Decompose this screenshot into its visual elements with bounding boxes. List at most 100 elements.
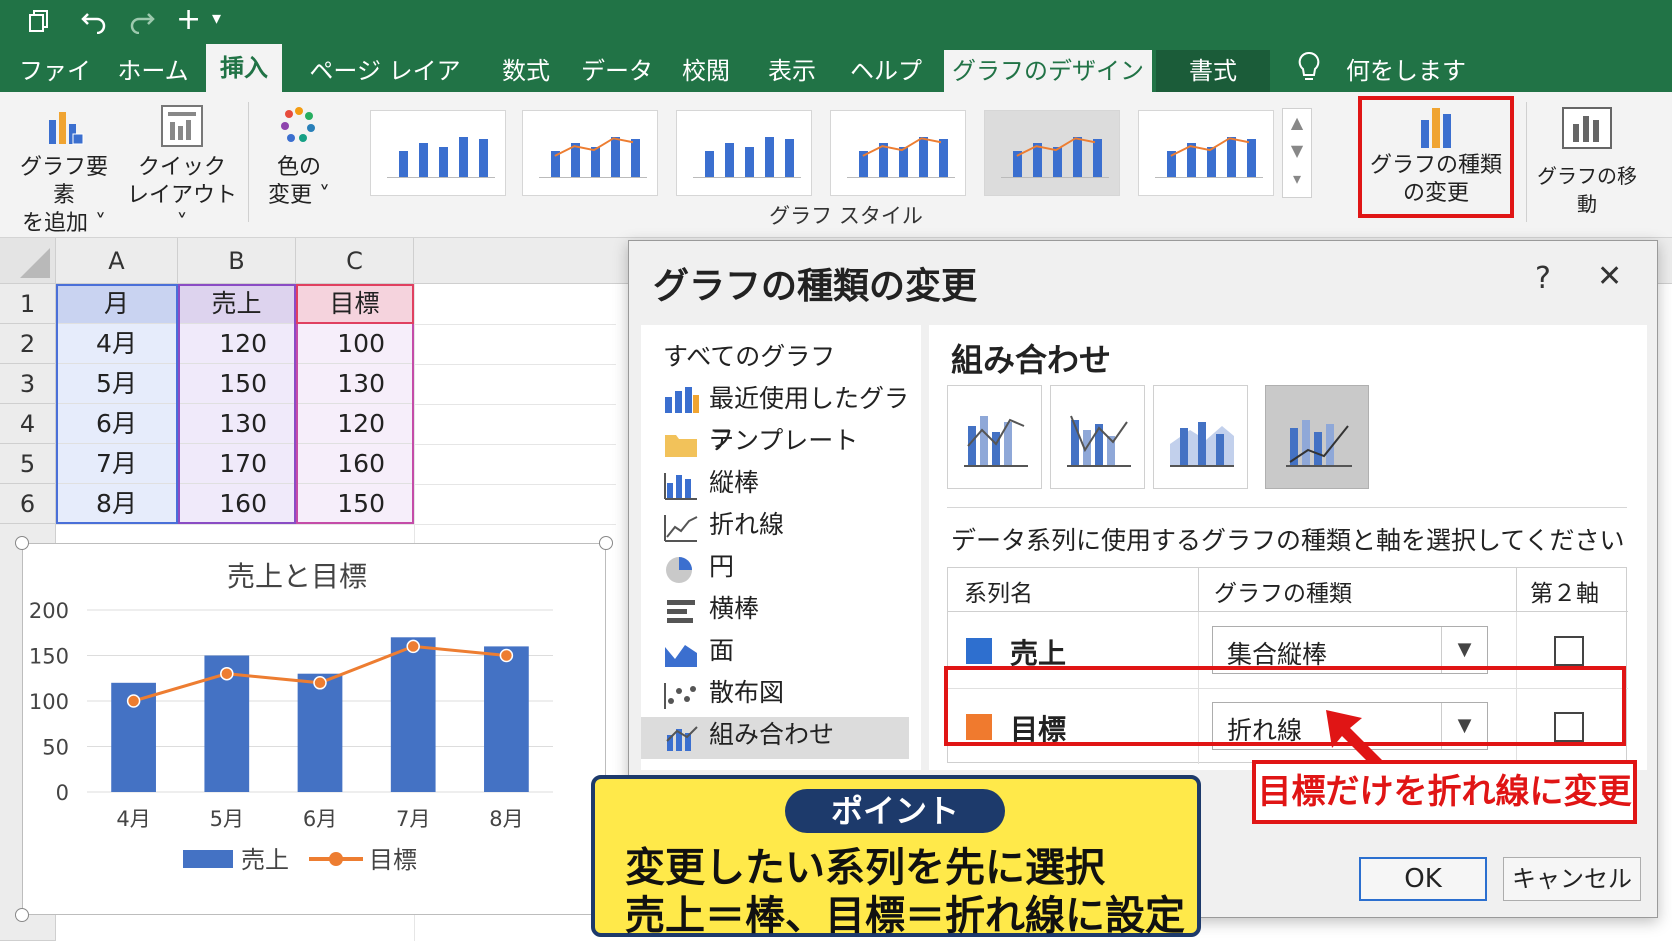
- chart-style-6[interactable]: [1138, 110, 1274, 196]
- tab-format[interactable]: 書式: [1156, 50, 1270, 92]
- add-chart-element-button[interactable]: グラフ要素 を追加 ˅: [10, 98, 118, 238]
- row-header-3[interactable]: 3: [0, 364, 56, 404]
- qat-dropdown-icon[interactable]: ▾: [212, 8, 221, 29]
- target-point-6月: [313, 676, 327, 690]
- category-combo[interactable]: 組み合わせ: [709, 715, 834, 755]
- all-charts-tab[interactable]: すべてのグラフ: [663, 337, 835, 377]
- chart-plot[interactable]: 売上と目標 0 50 100 150 200 4月 5月 6月 7月 8月売上 目標: [23, 544, 607, 916]
- x-tick-label: 6月: [303, 807, 337, 831]
- tab-file[interactable]: ファイル: [12, 50, 98, 127]
- quick-layout-button[interactable]: クイック レイアウト˅: [124, 98, 240, 238]
- title-bar: + ▾: [0, 0, 1672, 42]
- category-line[interactable]: 折れ線: [709, 505, 784, 545]
- redo-icon[interactable]: [128, 8, 156, 34]
- combo-variant-custom-selected[interactable]: [1265, 385, 1369, 489]
- category-recent[interactable]: 最近使用したグラフ: [709, 379, 921, 453]
- category-bar[interactable]: 横棒: [709, 589, 759, 629]
- point-callout: ポイント 変更したい系列を先に選択 売上＝棒、目標＝折れ線に設定: [591, 775, 1201, 939]
- tab-view[interactable]: 表示: [760, 50, 824, 92]
- row-header-6[interactable]: 6: [0, 484, 56, 524]
- category-pie[interactable]: 円: [709, 547, 734, 587]
- chart-style-3[interactable]: [676, 110, 812, 196]
- column-chart-icon: [664, 473, 697, 500]
- folder-icon: [665, 435, 697, 457]
- combo-variant-3[interactable]: [1153, 385, 1248, 489]
- chart-resize-handle[interactable]: [15, 536, 29, 550]
- chart-title: 売上と目標: [227, 560, 367, 593]
- chart-styles-group-label: グラフ スタイル: [769, 204, 923, 228]
- row-header-4[interactable]: 4: [0, 404, 56, 444]
- scatter-chart-icon: [664, 683, 696, 709]
- cancel-button[interactable]: キャンセル: [1503, 857, 1641, 901]
- chart-style-5[interactable]: [984, 110, 1120, 196]
- tab-help[interactable]: ヘルプ: [846, 50, 926, 92]
- chart-resize-handle[interactable]: [599, 536, 613, 550]
- chart-style-1[interactable]: [370, 110, 506, 196]
- help-button[interactable]: ?: [1535, 261, 1551, 296]
- instruction-text: データ系列に使用するグラフの種類と軸を選択してください: [951, 526, 1625, 555]
- x-tick-label: 4月: [116, 807, 150, 831]
- target-point-5月: [220, 666, 234, 681]
- combo-heading: 組み合わせ: [951, 341, 1112, 379]
- bar-6月: [297, 673, 343, 792]
- range-highlight-b: [178, 284, 296, 524]
- lightbulb-icon[interactable]: [1296, 50, 1322, 84]
- add-chart-element-label1: グラフ要素: [19, 155, 108, 208]
- column-header-b[interactable]: B: [178, 238, 296, 284]
- tab-home[interactable]: ホーム: [116, 50, 190, 92]
- row-header-5[interactable]: 5: [0, 444, 56, 484]
- target-point-7月: [406, 639, 420, 654]
- add-chart-element-icon: [49, 112, 84, 145]
- category-column[interactable]: 縦棒: [709, 463, 759, 503]
- row-header-2[interactable]: 2: [0, 324, 56, 364]
- select-all-corner[interactable]: [0, 238, 56, 284]
- color-palette-icon: [281, 107, 315, 142]
- change-colors-button[interactable]: 色の 変更 ˅: [256, 98, 342, 210]
- column-header-c[interactable]: C: [296, 238, 414, 284]
- ribbon: グラフ要素 を追加 ˅ クイック レイアウト˅ 色の 変更 ˅ ▲ ▼ ▾ グラ…: [0, 92, 1672, 238]
- undo-icon[interactable]: [80, 8, 108, 34]
- tab-insert[interactable]: 挿入: [206, 44, 282, 92]
- chart-style-2[interactable]: [522, 110, 658, 196]
- gallery-scroll[interactable]: ▲ ▼ ▾: [1282, 108, 1312, 198]
- chart-styles-gallery: ▲ ▼ ▾ グラフ スタイル: [366, 92, 1326, 238]
- point-label: ポイント: [785, 789, 1005, 833]
- legend-sales-swatch: [183, 850, 233, 868]
- header-divider: [1516, 568, 1517, 612]
- embedded-chart[interactable]: 売上と目標 0 50 100 150 200 4月 5月 6月 7月 8月 売上 目標: [22, 543, 606, 915]
- close-icon[interactable]: ✕: [1597, 259, 1622, 294]
- add-icon[interactable]: +: [176, 2, 201, 37]
- tab-chart-design[interactable]: グラフのデザイン: [944, 50, 1152, 92]
- category-scatter[interactable]: 散布図: [709, 673, 784, 713]
- copy-icon[interactable]: [28, 9, 50, 33]
- change-chart-type-button[interactable]: グラフの種類 の変更: [1364, 98, 1508, 208]
- combo-variant-2-icon: [1067, 415, 1131, 467]
- category-area[interactable]: 面: [709, 631, 734, 671]
- tab-formulas[interactable]: 数式: [494, 50, 558, 92]
- scroll-up-icon[interactable]: ▲: [1283, 109, 1311, 137]
- tell-me-search[interactable]: 何をしますか: [1336, 50, 1476, 127]
- category-templates[interactable]: テンプレート: [709, 421, 858, 461]
- red-callout-note: 目標だけを折れ線に変更: [1252, 760, 1637, 824]
- ok-button[interactable]: OK: [1359, 857, 1487, 901]
- tab-review[interactable]: 校閲: [674, 50, 738, 92]
- recent-chart-icon: [665, 387, 699, 413]
- combo-variant-1[interactable]: [947, 385, 1042, 489]
- scroll-down-icon[interactable]: ▼: [1283, 137, 1311, 165]
- move-chart-button[interactable]: グラフの移動: [1532, 100, 1642, 218]
- change-chart-type-label1: グラフの種類: [1369, 153, 1502, 178]
- dialog-title: グラフの種類の変更: [653, 266, 978, 307]
- tab-data[interactable]: データ: [580, 50, 654, 92]
- gallery-more-icon[interactable]: ▾: [1283, 165, 1311, 193]
- change-chart-type-label2: の変更: [1402, 181, 1469, 206]
- column-header-a[interactable]: A: [56, 238, 178, 284]
- tab-page-layout[interactable]: ページ レイアウト: [300, 50, 470, 127]
- series-table-header-row: 系列名 グラフの種類 第２軸: [948, 568, 1628, 612]
- combo-variant-3-icon: [1170, 422, 1234, 467]
- row-header-1[interactable]: 1: [0, 284, 56, 324]
- legend-sales-label: 売上: [241, 846, 289, 874]
- chart-style-4[interactable]: [830, 110, 966, 196]
- secondary-axis-checkbox-sales[interactable]: [1554, 636, 1584, 666]
- chart-resize-handle[interactable]: [15, 908, 29, 922]
- combo-variant-2[interactable]: [1050, 385, 1145, 489]
